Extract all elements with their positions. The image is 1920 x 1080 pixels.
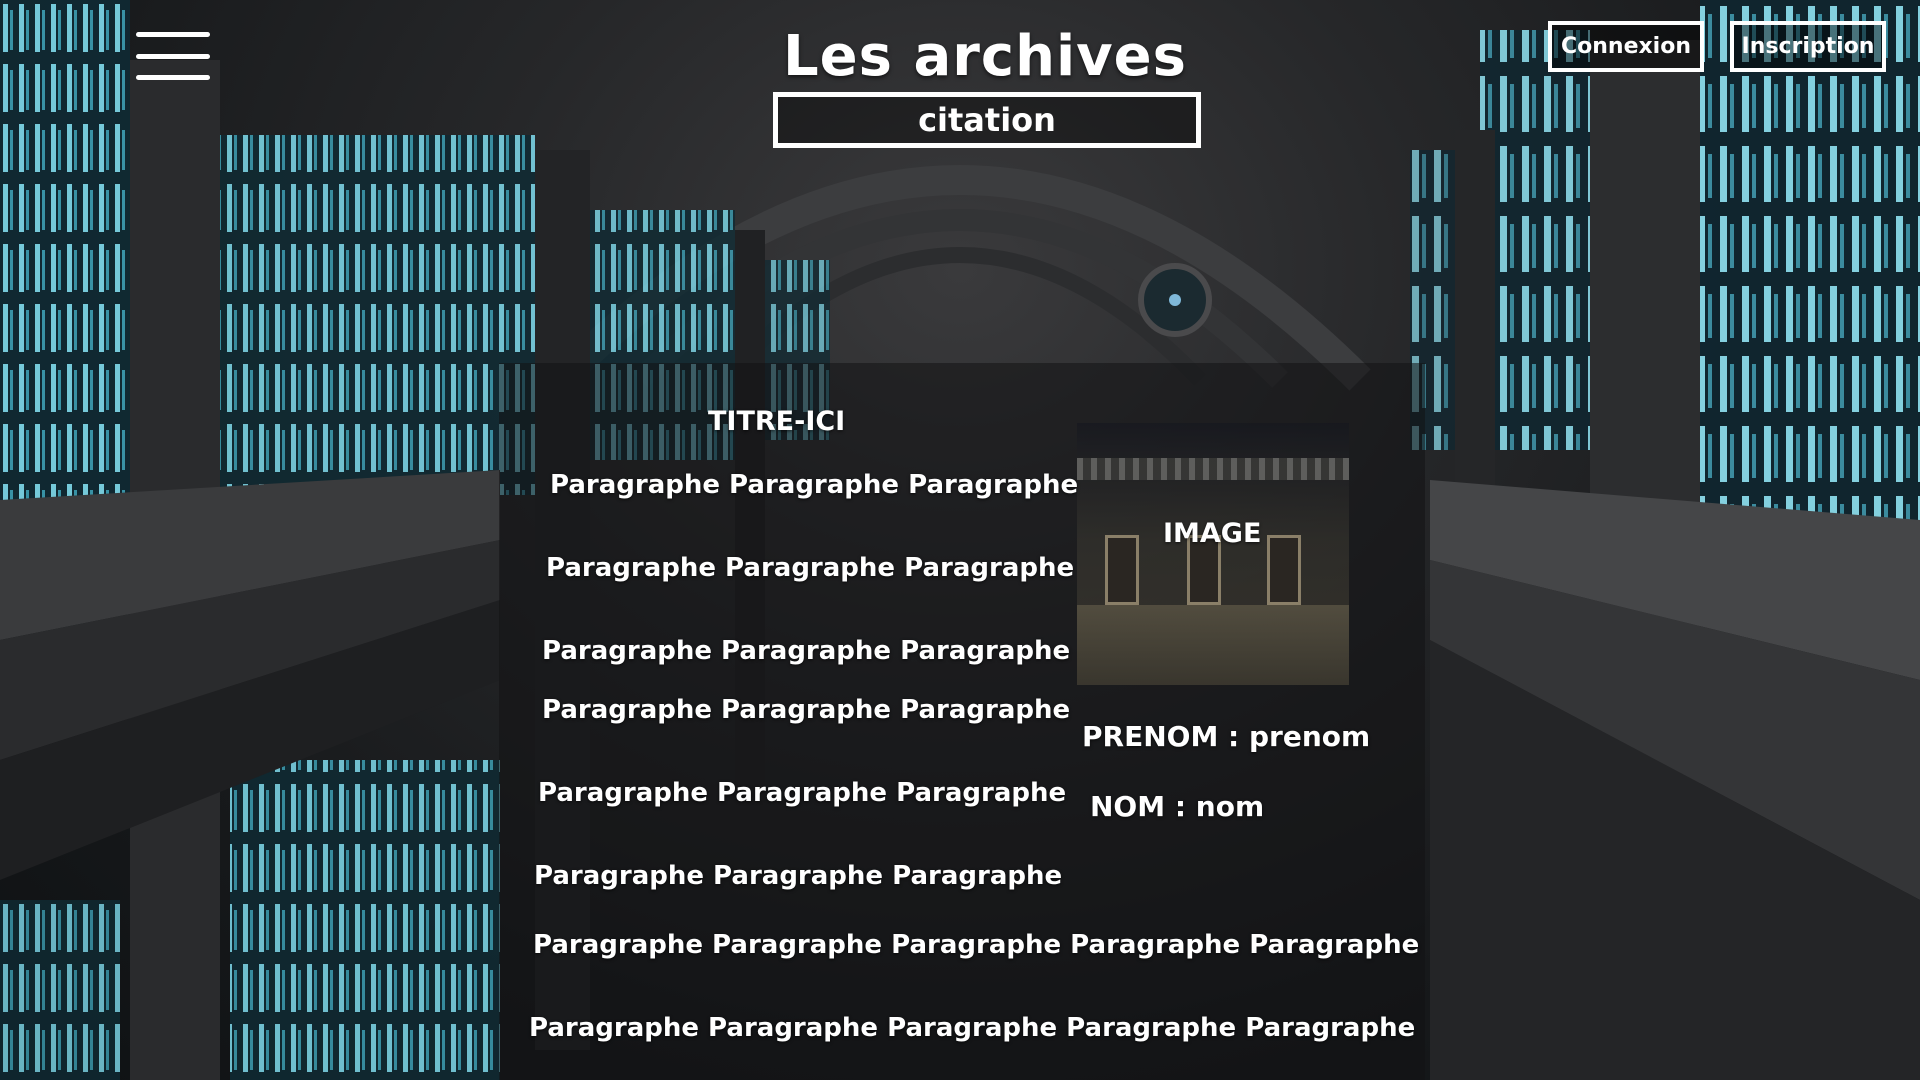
profile-firstname: PRENOM : prenom — [1082, 720, 1371, 753]
image-balcony-rail — [1077, 458, 1349, 480]
quote-box: citation — [773, 92, 1201, 148]
signup-button[interactable]: Inscription — [1730, 21, 1886, 72]
image-door — [1267, 535, 1301, 605]
article-paragraph: Paragraphe Paragraphe Paragraphe — [550, 470, 1079, 500]
site-title: Les archives — [783, 24, 1187, 89]
article-title: TITRE-ICI — [708, 406, 846, 437]
article-paragraph: Paragraphe Paragraphe Paragraphe Paragra… — [533, 930, 1420, 960]
article-paragraph: Paragraphe Paragraphe Paragraphe — [542, 636, 1071, 666]
article-paragraph: Paragraphe Paragraphe Paragraphe — [542, 695, 1071, 725]
menu-bar-middle — [136, 54, 210, 59]
image-label: IMAGE — [1163, 518, 1262, 549]
hamburger-menu-icon[interactable] — [136, 30, 210, 82]
image-floor — [1077, 605, 1349, 685]
menu-bar-top — [136, 32, 210, 37]
image-door — [1105, 535, 1139, 605]
profile-lastname: NOM : nom — [1090, 790, 1265, 823]
page: Les archives citation Connexion Inscript… — [0, 0, 1920, 1080]
login-button[interactable]: Connexion — [1548, 21, 1704, 72]
article-paragraph: Paragraphe Paragraphe Paragraphe — [538, 778, 1067, 808]
article-paragraph: Paragraphe Paragraphe Paragraphe — [534, 861, 1063, 891]
article-paragraph: Paragraphe Paragraphe Paragraphe — [546, 553, 1075, 583]
article-paragraph: Paragraphe Paragraphe Paragraphe Paragra… — [529, 1013, 1416, 1043]
profile-image-placeholder — [1077, 423, 1349, 685]
menu-bar-bottom — [136, 75, 210, 80]
